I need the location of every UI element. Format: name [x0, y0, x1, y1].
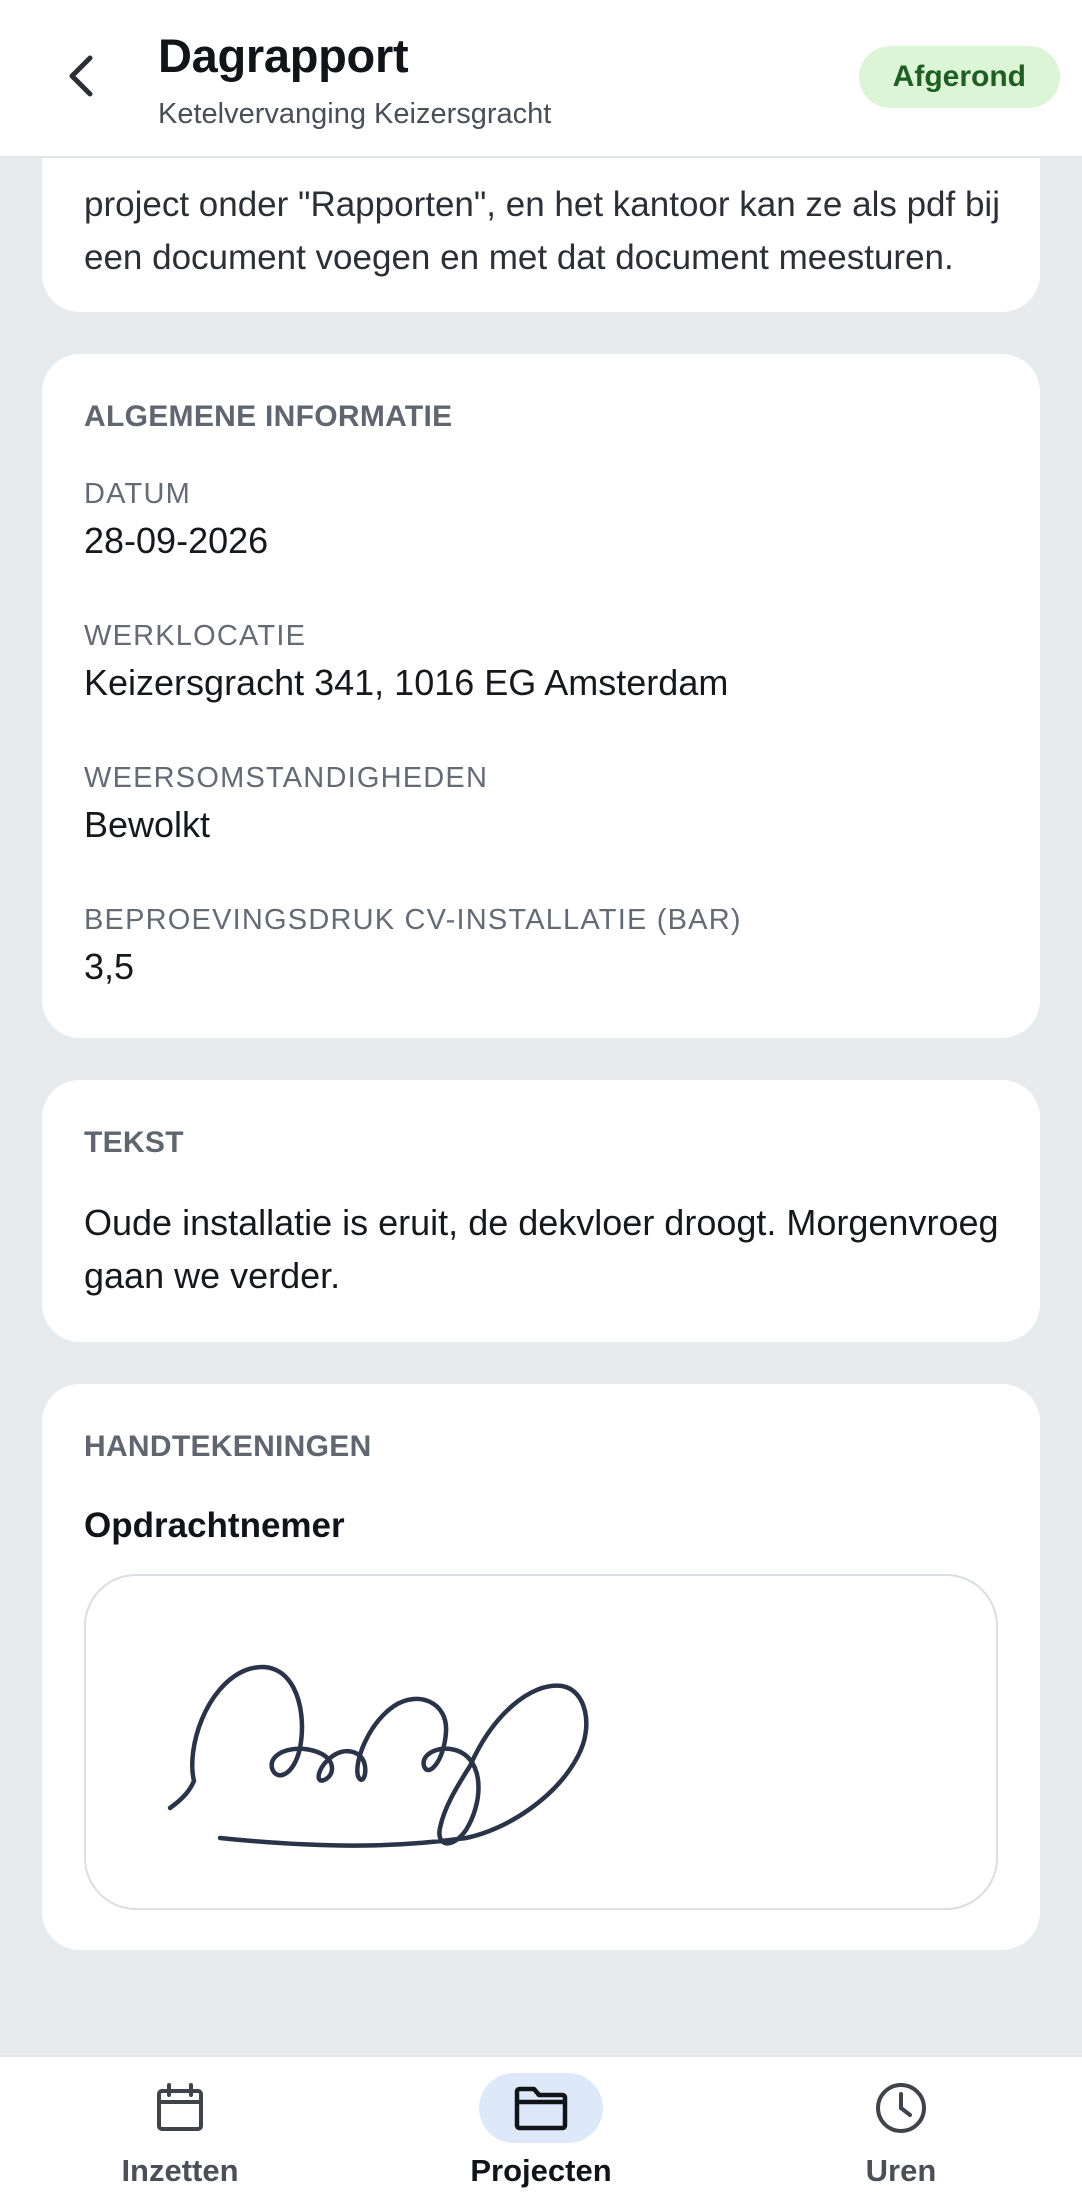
weather-value: Bewolkt — [84, 804, 211, 845]
location-value: Keizersgracht 341, 1016 EG Amsterdam — [84, 662, 729, 703]
back-button[interactable] — [52, 46, 108, 110]
intro-text: project onder "Rapporten", en het kantoo… — [84, 185, 1000, 277]
nav-item-uren[interactable]: Uren — [781, 2057, 1021, 2202]
text-section-body: Oude installatie is eruit, de dekvloer d… — [84, 1202, 999, 1296]
nav-item-inzetten[interactable]: Inzetten — [60, 2057, 300, 2202]
chevron-left-icon — [64, 54, 96, 103]
general-info-card: ALGEMENE INFORMATIE DATUM 28-09-2026 WER… — [42, 354, 1040, 1038]
signer-name: Opdrachtnemer — [84, 1506, 345, 1545]
top-app-bar: Dagrapport Ketelvervanging Keizersgracht… — [0, 0, 1082, 158]
signature-drawing — [167, 1664, 589, 1848]
date-label: DATUM — [84, 478, 191, 510]
folder-icon — [479, 2073, 603, 2143]
nav-label-projecten: Projecten — [470, 2153, 612, 2188]
text-card: TEKST Oude installatie is eruit, de dekv… — [42, 1080, 1040, 1342]
pressure-value: 3,5 — [84, 946, 135, 987]
page-subtitle: Ketelvervanging Keizersgracht — [158, 98, 552, 130]
report-content[interactable]: project onder "Rapporten", en het kantoo… — [0, 0, 1082, 2055]
location-label: WERKLOCATIE — [84, 620, 307, 652]
signature-image — [84, 1574, 998, 1910]
signatures-card: HANDTEKENINGEN Opdrachtnemer — [42, 1384, 1040, 1950]
status-badge: Afgerond — [858, 46, 1060, 108]
nav-label-inzetten: Inzetten — [121, 2153, 239, 2188]
clock-icon — [839, 2073, 963, 2143]
text-section-title: TEKST — [84, 1126, 184, 1159]
date-value: 28-09-2026 — [84, 520, 269, 561]
signatures-title: HANDTEKENINGEN — [84, 1430, 372, 1463]
bottom-navigation: Inzetten Projecten Uren — [0, 2055, 1082, 2202]
calendar-icon — [118, 2073, 242, 2143]
pressure-label: BEPROEVINGSDRUK CV-INSTALLATIE (BAR) — [84, 904, 742, 936]
page-title: Dagrapport — [158, 29, 409, 82]
nav-item-projecten[interactable]: Projecten — [421, 2057, 661, 2202]
app-root: project onder "Rapporten", en het kantoo… — [0, 0, 1082, 2202]
weather-label: WEERSOMSTANDIGHEDEN — [84, 762, 489, 794]
nav-label-uren: Uren — [865, 2153, 937, 2188]
general-info-title: ALGEMENE INFORMATIE — [84, 400, 453, 433]
